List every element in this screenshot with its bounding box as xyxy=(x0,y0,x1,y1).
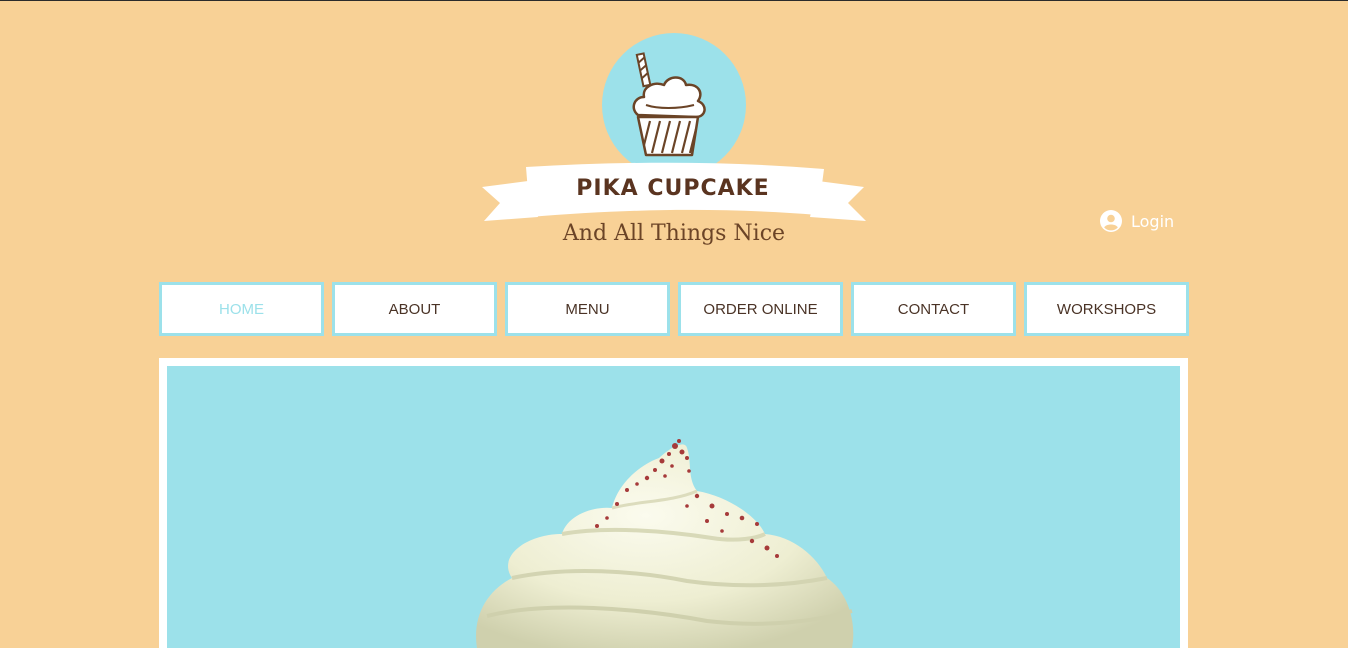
nav-item-about[interactable]: ABOUT xyxy=(332,282,497,336)
main-nav: HOME ABOUT MENU ORDER ONLINE CONTACT WOR… xyxy=(159,282,1189,336)
cupcake-photo xyxy=(476,439,854,648)
nav-item-contact[interactable]: CONTACT xyxy=(851,282,1016,336)
nav-item-workshops[interactable]: WORKSHOPS xyxy=(1024,282,1189,336)
login-button[interactable]: Login xyxy=(1100,210,1174,232)
user-circle-icon xyxy=(1100,210,1122,232)
cupcake-icon xyxy=(632,52,706,157)
site-logo[interactable]: PIKA CUPCAKE And All Things Nice xyxy=(478,31,870,256)
brand-title: PIKA CUPCAKE xyxy=(576,176,770,201)
hero-frame xyxy=(159,358,1188,648)
nav-item-menu[interactable]: MENU xyxy=(505,282,670,336)
brand-tagline: And All Things Nice xyxy=(562,221,786,246)
hero-image xyxy=(167,366,1180,648)
login-label: Login xyxy=(1131,211,1175,231)
nav-item-home[interactable]: HOME xyxy=(159,282,324,336)
nav-item-order-online[interactable]: ORDER ONLINE xyxy=(678,282,843,336)
